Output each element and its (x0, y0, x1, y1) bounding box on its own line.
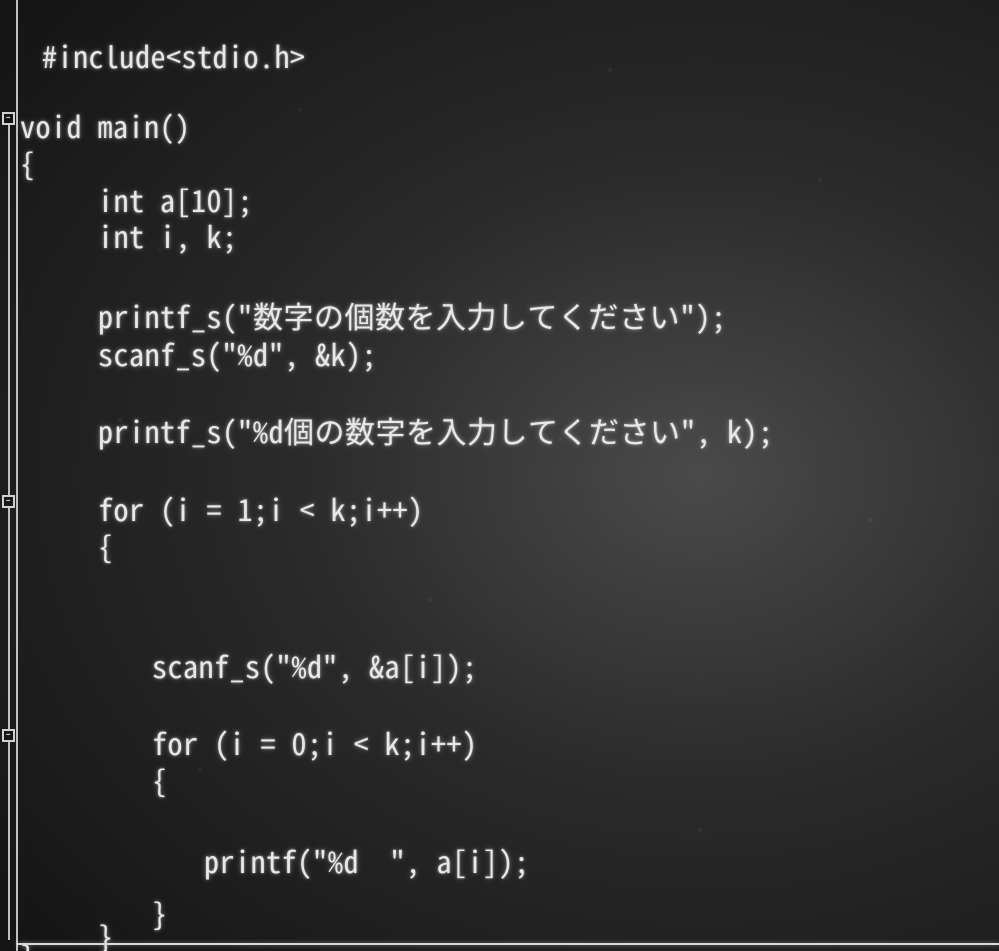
code-area[interactable]: #include<stdio.h> void main() { int a[10… (20, 0, 82, 570)
code-editor[interactable]: - - - #include<stdio.h> void main() { in… (0, 0, 999, 951)
fold-toggle[interactable]: - (2, 729, 15, 742)
fold-line (8, 508, 10, 729)
horizontal-rule (16, 943, 999, 945)
code-line[interactable]: scanf_s("%d", &k); (98, 338, 377, 368)
code-line[interactable]: for (i = 1;i < k;i++) (98, 493, 424, 523)
fold-gutter: - - - (0, 0, 18, 951)
code-line[interactable]: for (i = 0;i < k;i++) (152, 727, 478, 757)
fold-toggle[interactable]: - (2, 112, 15, 125)
code-line[interactable]: printf_s("数字の個数を入力してください"); (98, 300, 727, 330)
code-line[interactable]: { (20, 147, 36, 177)
fold-line (8, 125, 10, 495)
code-line[interactable]: } (152, 897, 168, 927)
code-line[interactable]: scanf_s("%d", &a[i]); (152, 650, 478, 680)
code-line[interactable]: #include<stdio.h> (42, 40, 306, 70)
code-line[interactable]: void main() (20, 110, 191, 140)
code-line[interactable]: int i, k; (98, 220, 238, 250)
code-line[interactable]: } (98, 920, 114, 950)
code-line[interactable]: int a[10]; (98, 184, 253, 214)
code-line[interactable]: printf("%d ", a[i]); (204, 845, 530, 875)
fold-line (8, 742, 10, 940)
code-line[interactable]: } (20, 940, 36, 951)
fold-toggle[interactable]: - (2, 495, 15, 508)
code-line[interactable]: printf_s("%d個の数字を入力してください", k); (98, 415, 774, 445)
code-line[interactable]: { (152, 764, 168, 794)
code-line[interactable]: { (98, 530, 114, 560)
